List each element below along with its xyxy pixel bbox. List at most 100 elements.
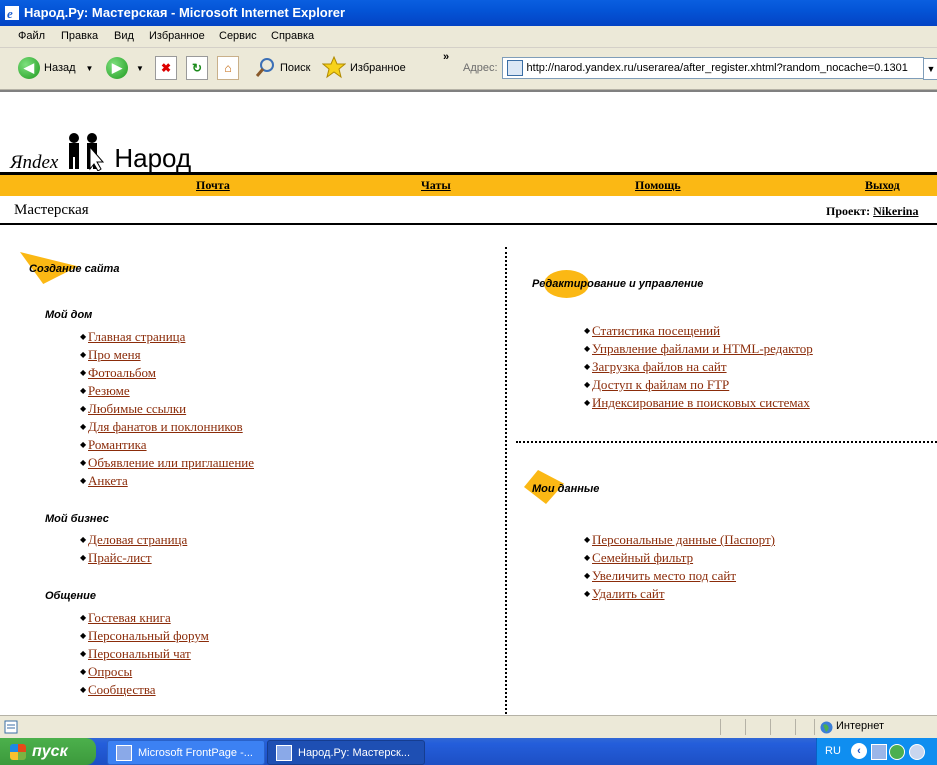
back-button[interactable]: ◀ Назад ▼	[18, 55, 93, 81]
search-button[interactable]: Поиск	[254, 55, 310, 81]
list-link[interactable]: Персональные данные (Паспорт)	[592, 532, 775, 547]
list-link[interactable]: Фотоальбом	[88, 365, 156, 380]
list-link[interactable]: Любимые ссылки	[88, 401, 186, 416]
list-link[interactable]: Статистика посещений	[592, 323, 720, 338]
list-item: ◆ Романтика	[80, 436, 254, 454]
list-item: ◆ Прайс-лист	[80, 549, 187, 567]
bullet-icon: ◆	[80, 458, 87, 467]
network-icon[interactable]	[871, 744, 887, 760]
system-tray: RU ‹	[816, 738, 937, 765]
nav-mail[interactable]: Почта	[196, 178, 230, 193]
list-link[interactable]: Персональный форум	[88, 628, 209, 643]
bullet-icon: ◆	[584, 535, 591, 544]
list-item: ◆ Персональный чат	[80, 645, 209, 663]
stop-icon: ✖	[155, 56, 177, 80]
narod-logo[interactable]: Яndex Народ	[10, 133, 191, 174]
list-link[interactable]: Для фанатов и поклонников	[88, 419, 243, 434]
tray-expand-icon[interactable]: ‹	[851, 743, 867, 759]
window-title: Народ.Ру: Мастерская - Microsoft Interne…	[24, 5, 346, 20]
list-link[interactable]: Резюме	[88, 383, 130, 398]
menu-view[interactable]: Вид	[114, 30, 134, 42]
menu-favorites[interactable]: Избранное	[149, 30, 205, 42]
bullet-icon: ◆	[80, 422, 87, 431]
page-icon	[506, 60, 523, 76]
list-link[interactable]: Опросы	[88, 664, 132, 679]
forward-dropdown-icon[interactable]: ▼	[136, 64, 144, 73]
list-link[interactable]: Управление файлами и HTML-редактор	[592, 341, 813, 356]
list-link[interactable]: Доступ к файлам по FTP	[592, 377, 729, 392]
home-button[interactable]: ⌂	[217, 55, 239, 81]
task-narod[interactable]: Народ.Ру: Мастерск...	[267, 740, 425, 765]
bullet-icon: ◆	[80, 440, 87, 449]
address-input[interactable]: http://narod.yandex.ru/userarea/after_re…	[501, 57, 924, 79]
menu-tools[interactable]: Сервис	[219, 30, 257, 42]
bullet-icon: ◆	[80, 613, 87, 622]
list-my-data: ◆ Персональные данные (Паспорт) ◆ Семейный …	[584, 531, 775, 603]
bullet-icon: ◆	[584, 362, 591, 371]
toolbar-overflow-icon[interactable]: »	[443, 51, 449, 63]
forward-button[interactable]: ▶ ▼	[106, 55, 144, 81]
list-link[interactable]: Увеличить место под сайт	[592, 568, 736, 583]
list-link[interactable]: Сообщества	[88, 682, 156, 697]
project-link[interactable]: Nikerina	[873, 204, 918, 218]
bullet-icon: ◆	[80, 553, 87, 562]
list-link[interactable]: Анкета	[88, 473, 128, 488]
bullet-icon: ◆	[80, 535, 87, 544]
list-item: ◆ Статистика посещений	[584, 322, 813, 340]
ie-page-icon	[276, 744, 292, 761]
task-frontpage[interactable]: Microsoft FrontPage -...	[107, 740, 265, 765]
list-item: ◆ Резюме	[80, 382, 254, 400]
bullet-icon: ◆	[80, 404, 87, 413]
bullet-icon: ◆	[80, 649, 87, 658]
list-link[interactable]: Гостевая книга	[88, 610, 171, 625]
list-item: ◆ Удалить сайт	[584, 585, 775, 603]
menu-help[interactable]: Справка	[271, 30, 314, 42]
list-item: ◆ Персональный форум	[80, 627, 209, 645]
nav-help[interactable]: Помощь	[635, 178, 681, 193]
list-link[interactable]: Индексирование в поисковых системах	[592, 395, 810, 410]
list-item: ◆ Опросы	[80, 663, 209, 681]
list-link[interactable]: Главная страница	[88, 329, 185, 344]
page-title: Мастерская	[14, 202, 89, 218]
refresh-button[interactable]: ↻	[186, 55, 208, 81]
list-link[interactable]: Про меня	[88, 347, 141, 362]
windows-logo-icon	[10, 743, 26, 760]
bullet-icon: ◆	[80, 368, 87, 377]
back-dropdown-icon[interactable]: ▼	[86, 64, 94, 73]
list-link[interactable]: Удалить сайт	[592, 586, 665, 601]
list-item: ◆ Любимые ссылки	[80, 400, 254, 418]
start-button[interactable]: пуск	[0, 738, 96, 765]
stop-button[interactable]: ✖	[155, 55, 177, 81]
address-dropdown-icon[interactable]: ▼	[923, 58, 937, 80]
tray-app-icon[interactable]	[889, 744, 905, 760]
home-icon: ⌂	[217, 56, 239, 80]
list-link[interactable]: Семейный фильтр	[592, 550, 693, 565]
status-cell	[720, 719, 721, 735]
menu-file[interactable]: Файл	[18, 30, 45, 42]
bullet-icon: ◆	[584, 380, 591, 389]
list-link[interactable]: Загрузка файлов на сайт	[592, 359, 727, 374]
group-title-home: Мой дом	[45, 309, 93, 321]
status-cell	[795, 719, 796, 735]
list-item: ◆ Индексирование в поисковых системах	[584, 394, 813, 412]
list-item: ◆ Гостевая книга	[80, 609, 209, 627]
nav-chats[interactable]: Чаты	[421, 178, 451, 193]
bullet-icon: ◆	[584, 553, 591, 562]
nav-logout[interactable]: Выход	[865, 178, 900, 193]
bullet-icon: ◆	[584, 571, 591, 580]
column-divider	[505, 247, 507, 717]
favorites-button[interactable]: Избранное	[321, 55, 406, 81]
list-link[interactable]: Романтика	[88, 437, 147, 452]
list-item: ◆ Главная страница	[80, 328, 254, 346]
section-edit-manage: Редактирование и управление	[532, 278, 704, 290]
top-nav: Почта Чаты Помощь Выход	[0, 175, 937, 196]
tray-app-icon[interactable]	[909, 744, 925, 760]
language-indicator[interactable]: RU	[825, 745, 841, 757]
menu-edit[interactable]: Правка	[61, 30, 98, 42]
list-link[interactable]: Деловая страница	[88, 532, 187, 547]
list-link[interactable]: Объявление или приглашение	[88, 455, 254, 470]
list-home: ◆ Главная страница ◆ Про меня ◆ Фотоальбом ◆ Ре…	[80, 328, 254, 490]
list-link[interactable]: Прайс-лист	[88, 550, 152, 565]
list-link[interactable]: Персональный чат	[88, 646, 191, 661]
favorites-label: Избранное	[350, 62, 406, 74]
